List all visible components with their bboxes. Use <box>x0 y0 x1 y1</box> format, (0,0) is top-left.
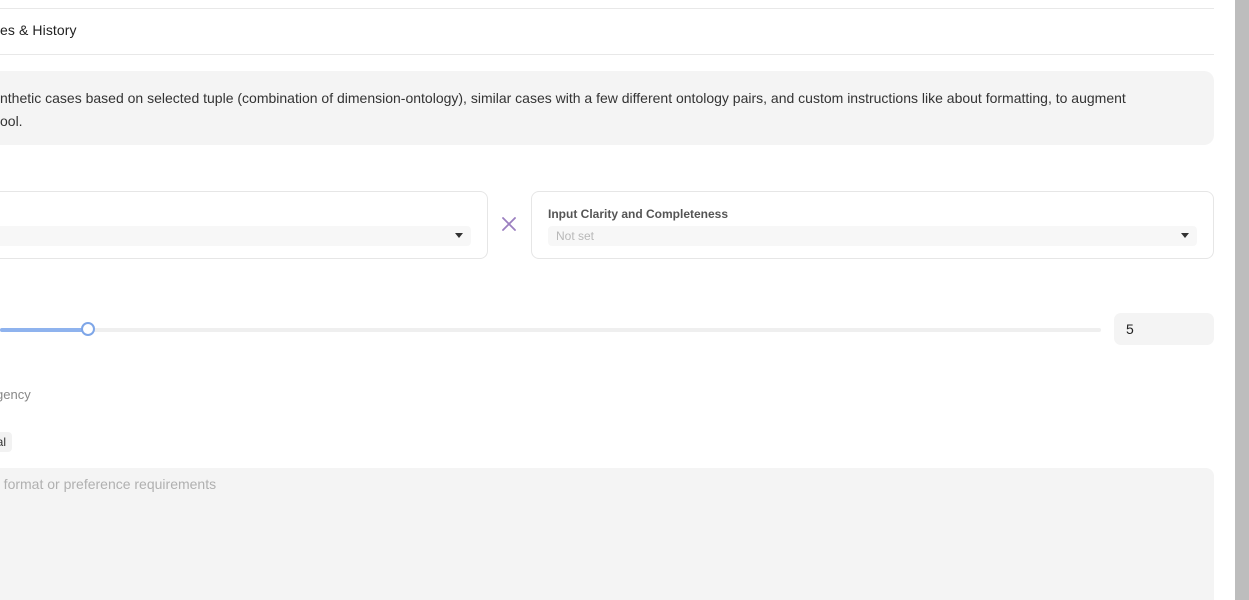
dimension-select-card <box>0 191 488 259</box>
count-input[interactable]: 5 <box>1114 313 1214 345</box>
agency-label: gency <box>0 387 31 402</box>
option-chip[interactable]: al <box>0 432 12 452</box>
scrollbar[interactable] <box>1235 0 1249 600</box>
tab-divider <box>0 54 1214 55</box>
ontology-select[interactable]: Not set <box>548 226 1197 246</box>
times-icon <box>502 217 516 231</box>
info-line-1: nthetic cases based on selected tuple (c… <box>0 90 1126 106</box>
count-slider[interactable] <box>0 322 1101 336</box>
ontology-select-value: Not set <box>556 229 595 243</box>
synthetic-generator-panel: es & History nthetic cases based on sele… <box>0 0 1249 600</box>
count-slider-thumb[interactable] <box>81 322 95 336</box>
dimension-select[interactable] <box>0 226 471 246</box>
top-divider <box>0 8 1214 9</box>
ontology-select-card: Input Clarity and Completeness Not set <box>531 191 1214 259</box>
caret-down-icon <box>455 233 463 238</box>
info-description: nthetic cases based on selected tuple (c… <box>0 71 1214 145</box>
tab-bar: es & History <box>0 22 77 42</box>
info-line-2: ool. <box>0 113 23 129</box>
ontology-select-title: Input Clarity and Completeness <box>548 207 729 221</box>
count-slider-fill <box>0 328 88 332</box>
tab-examples-history[interactable]: es & History <box>0 22 77 38</box>
caret-down-icon <box>1181 233 1189 238</box>
custom-instructions-input[interactable] <box>0 468 1214 600</box>
